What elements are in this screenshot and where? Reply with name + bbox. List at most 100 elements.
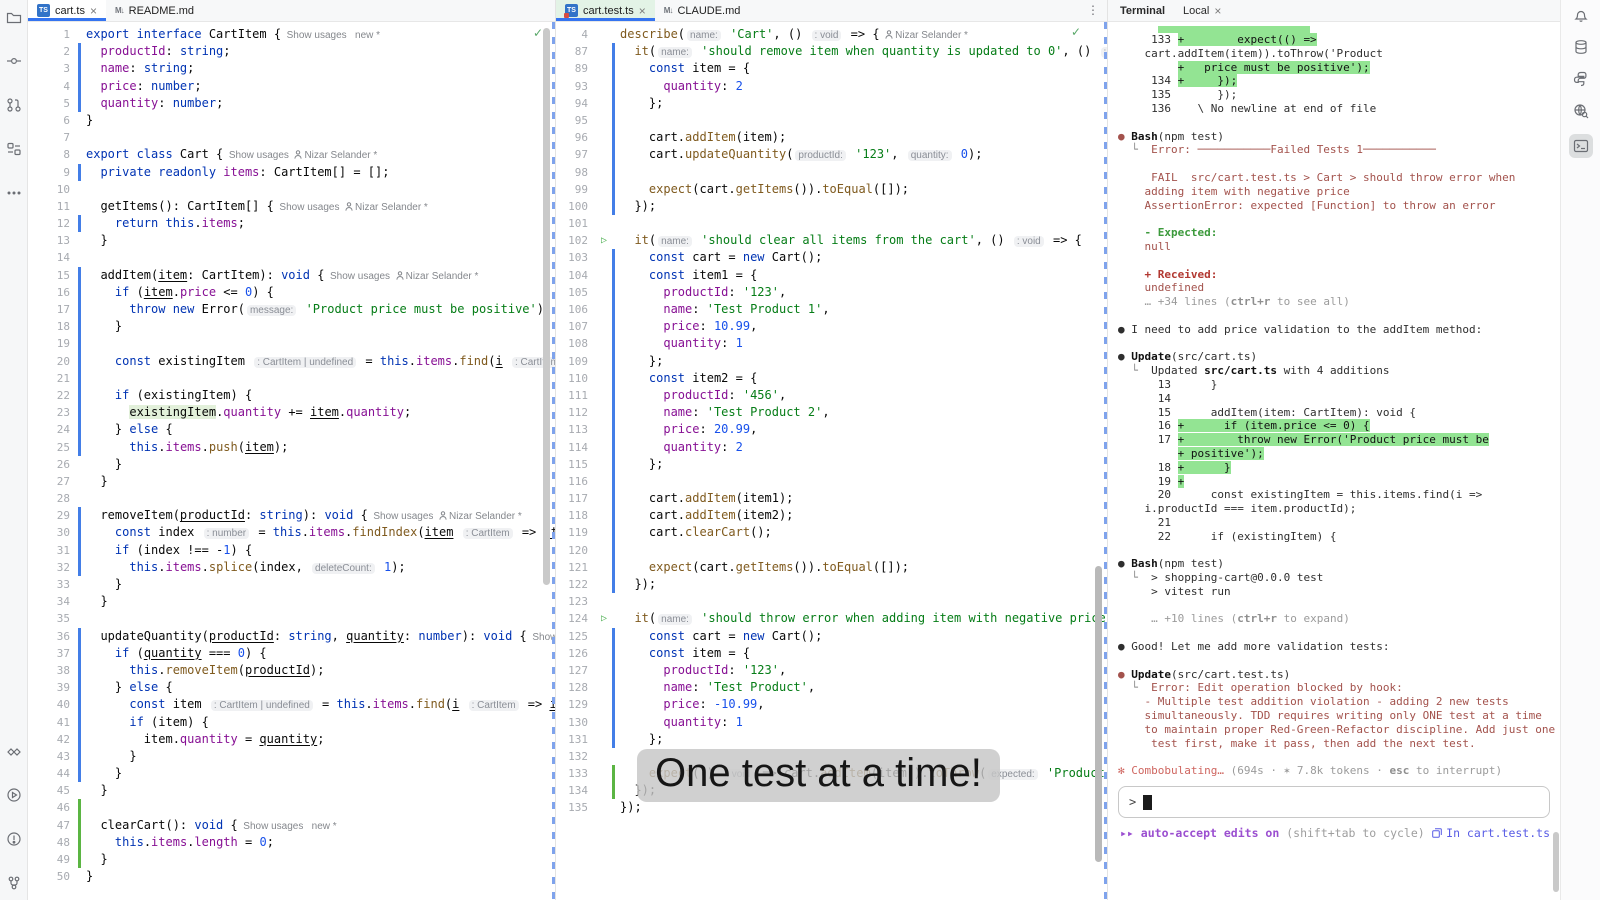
scrollbar-thumb[interactable]: [543, 28, 550, 585]
tab-options-kebab-icon[interactable]: ⋮: [1087, 3, 1099, 17]
code-line[interactable]: 111 productId: '456',: [556, 387, 1107, 404]
problems-icon[interactable]: [5, 830, 23, 848]
code-line[interactable]: 18 }: [28, 318, 555, 335]
code-line[interactable]: 115 };: [556, 456, 1107, 473]
code-line[interactable]: 128 name: 'Test Product',: [556, 679, 1107, 696]
context-file-indicator[interactable]: In cart.test.ts: [1432, 826, 1550, 840]
commit-icon[interactable]: [5, 52, 23, 70]
code-line[interactable]: 33 }: [28, 576, 555, 593]
code-line[interactable]: 21: [28, 370, 555, 387]
code-line[interactable]: 16 if (item.price <= 0) {: [28, 284, 555, 301]
code-line[interactable]: 50}: [28, 868, 555, 885]
web-inspector-icon[interactable]: [1572, 102, 1590, 120]
code-line[interactable]: 106 name: 'Test Product 1',: [556, 301, 1107, 318]
code-line[interactable]: 98: [556, 164, 1107, 181]
run-test-icon[interactable]: ▷: [596, 610, 612, 627]
code-line[interactable]: 36 updateQuantity(productId: string, qua…: [28, 628, 555, 645]
code-line[interactable]: 7: [28, 129, 555, 146]
code-line[interactable]: 25 this.items.push(item);: [28, 439, 555, 456]
code-line[interactable]: 6}: [28, 112, 555, 129]
code-line[interactable]: 130 quantity: 1: [556, 714, 1107, 731]
code-line[interactable]: 132: [556, 748, 1107, 765]
code-line[interactable]: 126 const item = {: [556, 645, 1107, 662]
code-line[interactable]: 10: [28, 181, 555, 198]
code-line[interactable]: 43 }: [28, 748, 555, 765]
code-line[interactable]: 1export interface CartItem { Show usages…: [28, 26, 555, 43]
code-line[interactable]: 105 productId: '123',: [556, 284, 1107, 301]
code-line[interactable]: 47 clearCart(): void { Show usages new *: [28, 817, 555, 834]
code-line[interactable]: 2 productId: string;: [28, 43, 555, 60]
code-line[interactable]: 104 const item1 = {: [556, 267, 1107, 284]
python-console-icon[interactable]: [1572, 70, 1590, 88]
code-line[interactable]: 44 }: [28, 765, 555, 782]
code-line[interactable]: 93 quantity: 2: [556, 78, 1107, 95]
code-line[interactable]: 22 if (existingItem) {: [28, 387, 555, 404]
code-line[interactable]: 34 }: [28, 593, 555, 610]
code-line[interactable]: 87 it(name: 'should remove item when qua…: [556, 43, 1107, 60]
run-icon[interactable]: [5, 786, 23, 804]
code-line[interactable]: 124▷ it(name: 'should throw error when a…: [556, 610, 1107, 627]
code-line[interactable]: 37 if (quantity === 0) {: [28, 645, 555, 662]
code-line[interactable]: 13 }: [28, 232, 555, 249]
code-line[interactable]: 5 quantity: number;: [28, 95, 555, 112]
auto-accept-toggle[interactable]: ▸▸ auto-accept edits on (shift+tab to cy…: [1120, 826, 1425, 840]
code-line[interactable]: 118 cart.addItem(item2);: [556, 507, 1107, 524]
tab-local[interactable]: Local ×: [1183, 5, 1221, 17]
code-line[interactable]: 38 this.removeItem(productId);: [28, 662, 555, 679]
code-line[interactable]: 40 const item : CartItem | undefined = t…: [28, 696, 555, 713]
code-line[interactable]: 122 });: [556, 576, 1107, 593]
code-line[interactable]: 31 if (index !== -1) {: [28, 542, 555, 559]
code-line[interactable]: 14: [28, 249, 555, 266]
services-icon[interactable]: [5, 742, 23, 760]
code-line[interactable]: 96 cart.addItem(item);: [556, 129, 1107, 146]
code-line[interactable]: 94 };: [556, 95, 1107, 112]
structure-icon[interactable]: [5, 140, 23, 158]
code-line[interactable]: 48 this.items.length = 0;: [28, 834, 555, 851]
code-line[interactable]: 39 } else {: [28, 679, 555, 696]
version-control-icon[interactable]: [5, 874, 23, 892]
code-line[interactable]: 134 });: [556, 782, 1107, 799]
code-line[interactable]: 100 });: [556, 198, 1107, 215]
code-line[interactable]: 116: [556, 473, 1107, 490]
code-line[interactable]: 102▷ it(name: 'should clear all items fr…: [556, 232, 1107, 249]
code-line[interactable]: 89 const item = {: [556, 60, 1107, 77]
code-line[interactable]: 135});: [556, 799, 1107, 816]
close-tab-icon[interactable]: ×: [90, 5, 97, 17]
code-line[interactable]: 32 this.items.splice(index, deleteCount:…: [28, 559, 555, 576]
close-tab-icon[interactable]: ×: [639, 5, 646, 17]
close-tab-icon[interactable]: ×: [1214, 5, 1221, 17]
code-editor-cart-ts[interactable]: 1export interface CartItem { Show usages…: [28, 22, 555, 900]
code-line[interactable]: 8export class Cart { Show usages Nizar S…: [28, 146, 555, 163]
code-line[interactable]: 41 if (item) {: [28, 714, 555, 731]
code-line[interactable]: 35: [28, 610, 555, 627]
code-line[interactable]: 99 expect(cart.getItems()).toEqual([]);: [556, 181, 1107, 198]
scrollbar-thumb[interactable]: [1553, 832, 1559, 892]
scrollbar-thumb[interactable]: [1095, 566, 1102, 862]
code-line[interactable]: 117 cart.addItem(item1);: [556, 490, 1107, 507]
code-line[interactable]: 95: [556, 112, 1107, 129]
tab-claude-md[interactable]: M↓ CLAUDE.md: [655, 0, 750, 21]
code-line[interactable]: 108 quantity: 1: [556, 335, 1107, 352]
code-line[interactable]: 17 throw new Error(message: 'Product pri…: [28, 301, 555, 318]
database-icon[interactable]: [1572, 38, 1590, 56]
code-line[interactable]: 46: [28, 799, 555, 816]
notifications-icon[interactable]: [1572, 6, 1590, 24]
code-line[interactable]: 131 };: [556, 731, 1107, 748]
code-line[interactable]: 109 };: [556, 353, 1107, 370]
code-line[interactable]: 15 addItem(item: CartItem): void { Show …: [28, 267, 555, 284]
pull-requests-icon[interactable]: [5, 96, 23, 114]
code-line[interactable]: 103 const cart = new Cart();: [556, 249, 1107, 266]
code-line[interactable]: 29 removeItem(productId: string): void {…: [28, 507, 555, 524]
code-line[interactable]: 113 price: 20.99,: [556, 421, 1107, 438]
code-line[interactable]: 3 name: string;: [28, 60, 555, 77]
code-line[interactable]: 107 price: 10.99,: [556, 318, 1107, 335]
code-line[interactable]: 23 existingItem.quantity += item.quantit…: [28, 404, 555, 421]
code-line[interactable]: 119 cart.clearCart();: [556, 524, 1107, 541]
code-line[interactable]: 123: [556, 593, 1107, 610]
code-line[interactable]: 11 getItems(): CartItem[] { Show usages …: [28, 198, 555, 215]
code-line[interactable]: 133 expect(() : void => cart.addItem(ite…: [556, 765, 1107, 782]
code-line[interactable]: 26 }: [28, 456, 555, 473]
project-folder-icon[interactable]: [5, 8, 23, 26]
tab-cart-ts[interactable]: TS cart.ts ×: [28, 0, 106, 21]
code-line[interactable]: 12 return this.items;: [28, 215, 555, 232]
